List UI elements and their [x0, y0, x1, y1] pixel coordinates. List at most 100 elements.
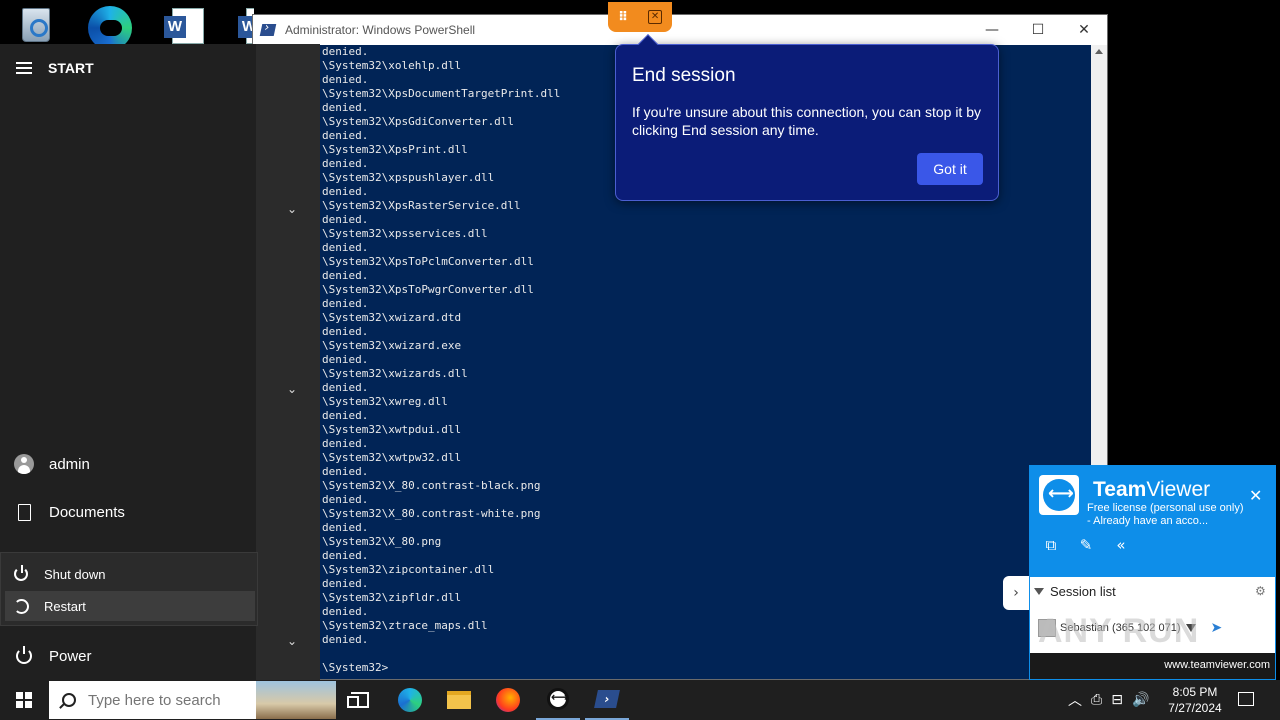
end-session-popup: End session If you're unsure about this …	[615, 34, 999, 201]
search-input[interactable]	[88, 691, 238, 709]
popup-title: End session	[632, 65, 736, 86]
drag-handle-icon[interactable]: ⠿	[618, 10, 628, 25]
scroll-up-icon[interactable]	[1095, 49, 1103, 54]
powershell-icon	[259, 24, 277, 36]
taskbar: › ︿ ⎙ ⊟ 🔊 8:05 PM 7/27/2024	[0, 680, 1280, 720]
start-header[interactable]: START	[16, 60, 94, 76]
teamviewer-taskbar-button[interactable]	[536, 680, 580, 720]
expand-panel-icon[interactable]: ›	[1003, 576, 1029, 610]
console-line: denied.	[322, 465, 369, 478]
console-line: denied.	[322, 241, 369, 254]
console-line: denied.	[322, 549, 369, 562]
hamburger-menu-icon[interactable]	[16, 62, 32, 74]
triangle-down-icon	[1034, 588, 1044, 595]
teamviewer-name: TeamViewer	[1093, 478, 1211, 501]
console-line: denied.	[322, 577, 369, 590]
volume-icon[interactable]: 🔊	[1132, 692, 1149, 708]
console-line: \System32\xwtpw32.dll	[322, 451, 462, 464]
console-line: \System32\XpsToPwgrConverter.dll	[322, 283, 534, 296]
clock-time: 8:05 PM	[1172, 685, 1218, 699]
power-icon	[16, 646, 32, 664]
console-line: denied.	[322, 353, 369, 366]
documents-item[interactable]: Documents	[0, 490, 256, 534]
taskbar-search[interactable]	[49, 681, 336, 719]
console-line: denied.	[322, 213, 369, 226]
collapse-icon[interactable]: «	[1112, 536, 1130, 554]
clock[interactable]: 8:05 PM 7/27/2024	[1162, 684, 1228, 716]
folder-icon	[447, 691, 471, 709]
license-text: Free license (personal use only) - Alrea…	[1087, 502, 1244, 527]
console-line: denied.	[322, 633, 369, 646]
shutdown-option[interactable]: Shut down	[5, 559, 255, 589]
search-highlight-image	[256, 681, 336, 719]
teamviewer-icon	[547, 688, 569, 710]
teamviewer-close-icon[interactable]: ✕	[1249, 486, 1262, 505]
console-line: \System32\xpsservices.dll	[322, 227, 488, 240]
cursor-icon[interactable]: ➤	[1210, 620, 1222, 636]
windows-logo-icon	[16, 692, 32, 708]
powershell-taskbar-icon: ›	[594, 690, 620, 708]
console-line: \System32\XpsRasterService.dll	[322, 199, 521, 212]
firefox-button[interactable]	[486, 680, 530, 720]
window-title: Administrator: Windows PowerShell	[285, 23, 476, 37]
console-line: \System32\zipcontainer.dll	[322, 563, 495, 576]
show-hidden-icons-icon[interactable]: ︿	[1068, 690, 1082, 710]
chevron-down-icon[interactable]: ⌄	[287, 202, 297, 216]
console-line: \System32\ztrace_maps.dll	[322, 619, 488, 632]
copy-icon[interactable]: ⧉	[1042, 536, 1060, 554]
restart-label: Restart	[44, 598, 86, 614]
console-line: denied.	[322, 493, 369, 506]
console-line: \System32\xwtpdui.dll	[322, 423, 462, 436]
recycle-bin-icon[interactable]	[14, 6, 58, 44]
anyrun-watermark: ANY RUN	[1038, 612, 1200, 650]
tray-app-icon[interactable]: ⎙	[1091, 692, 1102, 708]
chevron-down-icon[interactable]: ⌄	[287, 382, 297, 396]
search-icon	[62, 693, 76, 707]
got-it-button[interactable]: Got it	[917, 153, 983, 185]
user-account-item[interactable]: admin	[0, 442, 256, 486]
maximize-button[interactable]: ☐	[1015, 15, 1061, 45]
powershell-taskbar-button[interactable]: ›	[585, 680, 629, 720]
console-line: denied.	[322, 409, 369, 422]
file-explorer-button[interactable]	[437, 680, 481, 720]
powershell-titlebar[interactable]: Administrator: Windows PowerShell — ☐ ✕	[253, 15, 1107, 45]
console-line: \System32>	[322, 661, 389, 674]
clock-date: 7/27/2024	[1168, 701, 1222, 715]
close-button[interactable]: ✕	[1061, 15, 1107, 45]
teamviewer-logo-icon	[1039, 475, 1079, 515]
session-list-label: Session list	[1050, 584, 1116, 599]
chevron-down-icon[interactable]: ⌄	[287, 634, 297, 648]
start-menu: START admin Documents Power ⌄ ⌄ ⌄ Shut d…	[0, 44, 320, 680]
firefox-icon	[496, 688, 520, 712]
task-view-button[interactable]	[338, 680, 382, 720]
popup-text: If you're unsure about this connection, …	[632, 104, 981, 138]
console-line: \System32\X_80.png	[322, 535, 442, 548]
edge-desktop-icon[interactable]	[86, 6, 132, 50]
notification-icon[interactable]	[1238, 692, 1254, 706]
user-name: admin	[49, 455, 90, 473]
remote-session-toolbar[interactable]: ⠿ ✕	[608, 2, 672, 32]
power-label: Power	[49, 647, 92, 665]
console-line: \System32\xwizard.exe	[322, 339, 462, 352]
brush-icon[interactable]: ✎	[1077, 536, 1095, 554]
restart-option[interactable]: Restart	[5, 591, 255, 621]
minimize-button[interactable]: —	[969, 15, 1015, 45]
word-desktop-icon[interactable]: W	[164, 6, 208, 44]
power-item[interactable]: Power	[0, 634, 256, 678]
shutdown-label: Shut down	[44, 566, 106, 582]
network-icon[interactable]: ⊟	[1111, 692, 1123, 708]
teamviewer-footer[interactable]: www.teamviewer.com	[1030, 653, 1275, 679]
console-line: \System32\xwreg.dll	[322, 395, 448, 408]
start-button[interactable]	[0, 680, 48, 720]
console-line: \System32\X_80.contrast-black.png	[322, 479, 541, 492]
edge-taskbar-button[interactable]	[388, 680, 432, 720]
end-session-close-icon[interactable]: ✕	[648, 10, 663, 24]
console-line: \System32\XpsToPclmConverter.dll	[322, 255, 534, 268]
session-list-toggle[interactable]: Session list	[1034, 584, 1116, 599]
shutdown-icon	[14, 565, 28, 581]
console-line: denied.	[322, 521, 369, 534]
gear-icon[interactable]: ⚙	[1255, 584, 1266, 598]
console-line: denied.	[322, 437, 369, 450]
edge-icon	[398, 688, 422, 712]
